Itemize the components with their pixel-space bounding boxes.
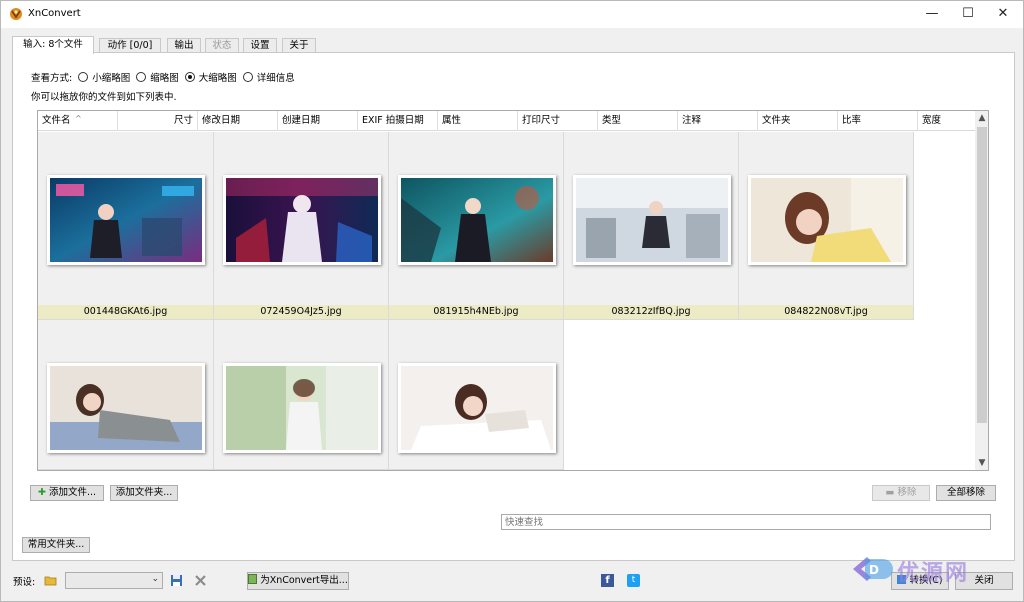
image-thumbnail: [573, 175, 731, 265]
delete-icon[interactable]: [194, 574, 207, 587]
file-tile[interactable]: 072459O4Jz5.jpg: [214, 132, 389, 320]
add-files-button[interactable]: ✚ 添加文件...: [30, 485, 104, 501]
radio-icon: [242, 72, 253, 82]
radio-icon: [136, 72, 147, 82]
column-type[interactable]: 类型: [598, 111, 678, 131]
file-name-caption: 081915h4NEb.jpg: [389, 305, 563, 319]
minimize-button[interactable]: —: [913, 1, 951, 28]
save-icon[interactable]: [170, 574, 183, 587]
image-thumbnail: [398, 175, 556, 265]
image-thumbnail: [223, 175, 381, 265]
plus-icon: ✚: [37, 487, 46, 498]
scroll-down-icon[interactable]: ▼: [975, 456, 988, 470]
column-size[interactable]: 尺寸: [118, 111, 198, 131]
column-modified-date[interactable]: 修改日期: [198, 111, 278, 131]
file-name-caption: 083212zIfBQ.jpg: [564, 305, 738, 319]
file-list[interactable]: 文件名 ^ 尺寸 修改日期 创建日期 EXIF 拍摄日期 属性 打印尺寸 类型 注…: [37, 110, 989, 471]
watermark-logo: D 优源网: [849, 549, 1004, 589]
chevron-down-icon: ⌄: [151, 574, 159, 584]
tab-about[interactable]: 关于: [282, 38, 316, 53]
file-tile[interactable]: 083212zIfBQ.jpg: [564, 132, 739, 320]
file-tile[interactable]: [389, 320, 564, 470]
twitter-icon[interactable]: t: [627, 574, 640, 587]
add-folder-button[interactable]: 添加文件夹...: [110, 485, 178, 501]
tab-actions[interactable]: 动作 [0/0]: [99, 38, 161, 53]
tab-input[interactable]: 输入: 8个文件: [12, 36, 94, 54]
minus-icon: ▬: [885, 487, 895, 498]
file-tile[interactable]: [38, 320, 214, 470]
sort-ascending-icon: ^: [75, 114, 82, 123]
preset-select[interactable]: ⌄: [65, 572, 163, 589]
file-name-caption: 072459O4Jz5.jpg: [214, 305, 388, 319]
list-header: 文件名 ^ 尺寸 修改日期 创建日期 EXIF 拍摄日期 属性 打印尺寸 类型 注…: [38, 111, 975, 131]
list-vertical-scrollbar[interactable]: ▲ ▼: [975, 111, 988, 470]
facebook-icon[interactable]: f: [601, 574, 614, 587]
remove-all-button[interactable]: 全部移除: [936, 485, 996, 501]
file-name-caption: 084822N08vT.jpg: [739, 305, 913, 319]
column-folder[interactable]: 文件夹: [758, 111, 838, 131]
image-thumbnail: [748, 175, 906, 265]
watermark-text: 优源网: [897, 561, 970, 586]
view-thumbnails[interactable]: 缩略图: [136, 70, 179, 84]
view-details[interactable]: 详细信息: [242, 70, 295, 84]
remove-button: ▬ 移除: [872, 485, 930, 501]
image-thumbnail: [223, 363, 381, 453]
file-tile[interactable]: 084822N08vT.jpg: [739, 132, 914, 320]
tab-settings[interactable]: 设置: [243, 38, 277, 53]
scrollbar-thumb[interactable]: [977, 127, 987, 423]
file-name-caption: [38, 455, 213, 469]
view-mode-group: 查看方式: 小缩略图 缩略图 大缩略图 详细信息: [31, 70, 295, 84]
column-ratio[interactable]: 比率: [838, 111, 918, 131]
maximize-icon: ☐: [962, 6, 974, 21]
maximize-button[interactable]: ☐: [949, 1, 987, 28]
column-print-size[interactable]: 打印尺寸: [518, 111, 598, 131]
column-comment[interactable]: 注释: [678, 111, 758, 131]
view-large-thumbnails[interactable]: 大缩略图: [184, 70, 237, 84]
export-button[interactable]: 为XnConvert导出...: [247, 572, 349, 590]
radio-icon: [78, 72, 89, 82]
svg-text:D: D: [869, 563, 879, 577]
title-bar: XnConvert — ☐ ✕: [1, 1, 1023, 28]
drag-drop-hint: 你可以拖放你的文件到如下列表中.: [31, 92, 177, 103]
column-filename[interactable]: 文件名 ^: [38, 111, 118, 131]
column-attributes[interactable]: 属性: [438, 111, 518, 131]
open-folder-icon[interactable]: [44, 574, 57, 587]
close-icon: ✕: [997, 6, 1009, 21]
image-thumbnail: [47, 363, 205, 453]
file-tile[interactable]: 081915h4NEb.jpg: [389, 132, 564, 320]
app-window: XnConvert — ☐ ✕ 输入: 8个文件 动作 [0/0] 输出 状态 …: [0, 0, 1024, 602]
column-created-date[interactable]: 创建日期: [278, 111, 358, 131]
close-window-button[interactable]: ✕: [984, 1, 1022, 28]
input-panel: 查看方式: 小缩略图 缩略图 大缩略图 详细信息 你可以拖放你的文件到如下列表中…: [12, 52, 1015, 561]
file-name-caption: [389, 455, 563, 469]
file-name-caption: 001448GKAt6.jpg: [38, 305, 213, 319]
tab-output[interactable]: 输出: [167, 38, 201, 53]
radio-selected-icon: [184, 72, 195, 82]
common-folders-button[interactable]: 常用文件夹...: [22, 537, 90, 553]
export-icon: [248, 574, 258, 584]
preset-label: 预设:: [13, 577, 36, 588]
image-thumbnail: [398, 363, 556, 453]
view-mode-label: 查看方式:: [31, 73, 73, 84]
image-thumbnail: [47, 175, 205, 265]
minimize-icon: —: [925, 6, 939, 21]
scroll-up-icon[interactable]: ▲: [975, 111, 988, 125]
file-tile[interactable]: 001448GKAt6.jpg: [38, 132, 214, 320]
quick-search-input[interactable]: [501, 514, 991, 530]
window-title: XnConvert: [28, 8, 81, 19]
tab-status: 状态: [205, 38, 239, 53]
file-tile[interactable]: [214, 320, 389, 470]
file-name-caption: [214, 455, 388, 469]
column-width[interactable]: 宽度: [918, 111, 975, 131]
view-small-thumbnails[interactable]: 小缩略图: [78, 70, 130, 84]
column-exif-date[interactable]: EXIF 拍摄日期: [358, 111, 438, 131]
xnconvert-app-icon: [10, 8, 22, 20]
